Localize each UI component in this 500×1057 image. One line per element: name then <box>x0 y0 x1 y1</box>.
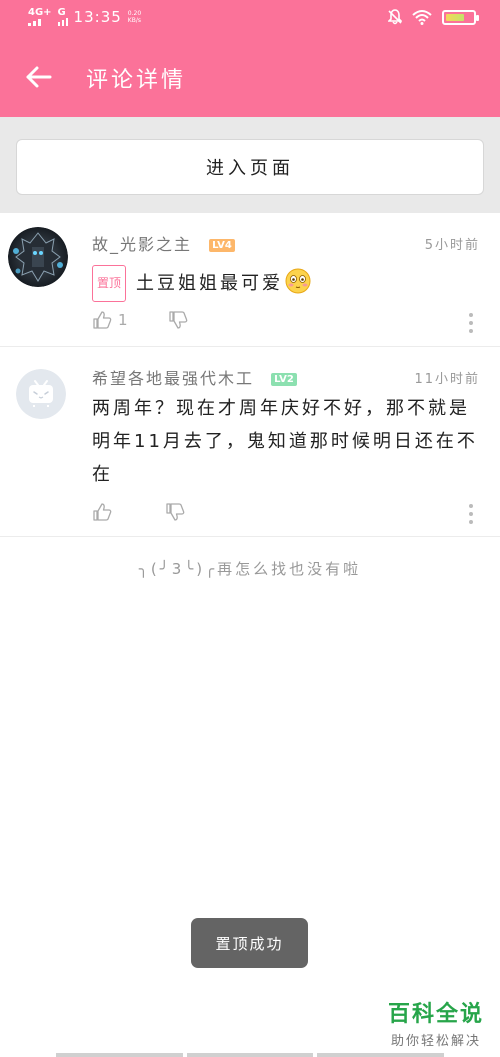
nav-segment <box>186 1053 314 1057</box>
network-4g-label: 4G+ <box>28 7 52 18</box>
level-badge: LV4 <box>209 239 235 252</box>
arrow-left-icon[interactable] <box>22 60 56 94</box>
system-nav-bar <box>56 1053 445 1057</box>
like-button[interactable] <box>92 502 118 522</box>
toolbar: 评论详情 <box>0 36 500 117</box>
pinned-badge: 置顶 <box>92 265 127 302</box>
thumbs-down-icon[interactable] <box>168 310 188 330</box>
network-speed: 0.20 KB/s <box>128 10 141 24</box>
status-left: 4G+ G 13:35 0.20 KB/s <box>28 8 141 26</box>
comment-time: 5小时前 <box>424 238 480 253</box>
signal-bars-icon <box>28 19 41 26</box>
status-bar: 4G+ G 13:35 0.20 KB/s <box>0 0 500 36</box>
avatar[interactable] <box>8 227 68 287</box>
like-count: 1 <box>118 311 128 329</box>
signal-bars-2-icon <box>57 18 68 26</box>
dot-icon <box>469 512 473 516</box>
comment-body: 两周年？现在才周年庆好不好，那不就是明年11月去了，鬼知道那时候明日还在不在 <box>92 398 478 485</box>
comment-author[interactable]: 故_光影之主 LV4 <box>92 231 235 255</box>
bell-muted-icon <box>388 9 402 25</box>
network-g-label: G <box>57 7 66 18</box>
signal-indicator-2: G <box>57 7 68 26</box>
comment-item: 故_光影之主 LV4 5小时前 置顶 土豆姐姐最可爱 1 <box>0 213 500 347</box>
battery-level <box>446 13 464 21</box>
end-of-list-text: ╮(╯3╰)╭再怎么找也没有啦 <box>138 560 362 578</box>
dot-icon <box>469 313 473 317</box>
comment-author[interactable]: 希望各地最强代木工 LV2 <box>92 365 297 389</box>
more-options-button[interactable] <box>468 504 474 524</box>
watermark-title: 百科全说 <box>387 1002 484 1027</box>
back-button[interactable] <box>22 60 56 94</box>
wifi-icon <box>412 10 432 25</box>
like-button[interactable]: 1 <box>92 310 128 330</box>
signal-indicator: 4G+ <box>28 8 52 26</box>
speed-unit: KB/s <box>127 17 141 24</box>
thumbs-up-icon[interactable] <box>92 502 112 522</box>
comment-text: 两周年？现在才周年庆好不好，那不就是明年11月去了，鬼知道那时候明日还在不在 <box>92 392 478 491</box>
dislike-button[interactable] <box>168 310 188 330</box>
thumbs-up-icon[interactable] <box>92 310 112 330</box>
avatar[interactable] <box>16 369 66 419</box>
dislike-button[interactable] <box>165 502 185 522</box>
status-right <box>388 9 479 25</box>
author-name[interactable]: 故_光影之主 <box>92 235 192 254</box>
dot-icon <box>469 504 473 508</box>
comment-body: 土豆姐姐最可爱 <box>136 273 284 294</box>
dot-icon <box>469 329 473 333</box>
bilibili-tv-avatar-icon[interactable] <box>16 369 66 419</box>
nav-segment <box>317 1053 445 1057</box>
dot-icon <box>469 321 473 325</box>
battery-icon <box>442 9 479 25</box>
page-title: 评论详情 <box>86 68 187 93</box>
watermark-subtitle: 助你轻松解决 <box>390 1034 481 1049</box>
author-name[interactable]: 希望各地最强代木工 <box>92 369 254 388</box>
clock: 13:35 <box>73 8 122 26</box>
thumbs-down-icon[interactable] <box>165 502 185 522</box>
dot-icon <box>469 520 473 524</box>
toast-message: 置顶成功 <box>191 918 308 968</box>
speed-value: 0.20 <box>127 10 142 17</box>
blush-emoji-icon <box>285 268 311 305</box>
enter-page-section: 进入页面 <box>0 117 500 213</box>
nav-segment <box>56 1053 183 1057</box>
mech-robot-avatar-icon[interactable] <box>8 227 68 287</box>
comment-text: 置顶 土豆姐姐最可爱 <box>92 265 478 305</box>
level-badge: LV2 <box>271 373 297 386</box>
comment-item: 希望各地最强代木工 LV2 11小时前 两周年？现在才周年庆好不好，那不就是明年… <box>0 347 500 537</box>
more-options-button[interactable] <box>468 313 474 333</box>
enter-page-button[interactable]: 进入页面 <box>16 139 484 195</box>
blush-face-icon <box>285 268 311 294</box>
comment-time: 11小时前 <box>414 372 480 387</box>
watermark-logo: 百科全说 助你轻松解决 <box>388 996 484 1049</box>
